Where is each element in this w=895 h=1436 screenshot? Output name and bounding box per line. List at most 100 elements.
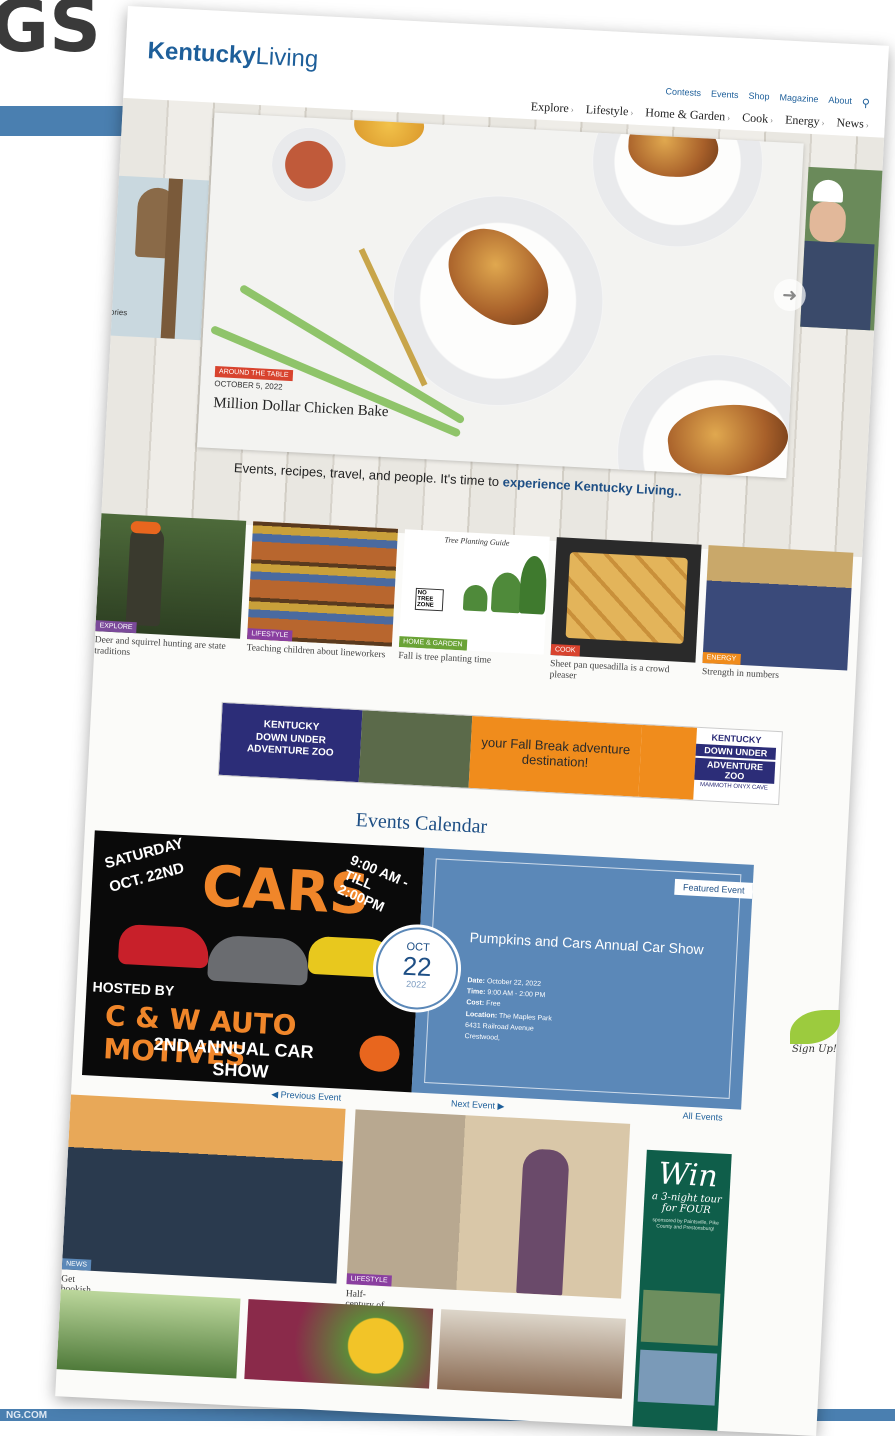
nav-lifestyle[interactable]: Lifestyle› [585, 102, 633, 119]
chevron-right-icon: › [769, 114, 774, 125]
event-location-value: The Maples Park [498, 1012, 553, 1023]
slide-footer-text: NG.COM [6, 1410, 48, 1421]
nav-energy[interactable]: Energy› [785, 113, 825, 130]
story-card[interactable]: Tree Planting Guide NO TREE ZONE HOME & … [398, 529, 550, 670]
story-card[interactable]: EXPLORE Deer and squirrel hunting are st… [94, 513, 247, 665]
story-image: EXPLORE [95, 513, 247, 639]
poster-show: SHOW [211, 1058, 269, 1082]
story-card[interactable]: ENERGY Strength in numbers [702, 545, 854, 686]
ad-slogan: your Fall Break adventure destination! [468, 715, 643, 797]
nav-explore-label: Explore [530, 99, 570, 116]
story-thumbnail-flowers[interactable] [244, 1299, 434, 1389]
story-caption[interactable]: Deer and squirrel hunting are state trad… [94, 635, 240, 665]
util-events[interactable]: Events [711, 89, 739, 103]
orange-hat [130, 520, 162, 535]
chevron-right-icon: › [630, 107, 634, 118]
featured-event[interactable]: SATURDAY OCT. 22ND CARS 9:00 AM - TILL 2… [81, 830, 754, 1110]
chevron-right-icon: › [821, 117, 825, 128]
hero-title[interactable]: Million Dollar Chicken Bake [213, 395, 389, 421]
tree-large [518, 555, 548, 615]
story-category-tag[interactable]: LIFESTYLE [346, 1273, 392, 1287]
event-meta: Date: October 22, 2022 Time: 9:00 AM - 2… [464, 975, 554, 1047]
util-contests[interactable]: Contests [665, 86, 701, 101]
no-tree-zone-label: NO TREE ZONE [414, 587, 444, 612]
featured-stories: EXPLORE Deer and squirrel hunting are st… [92, 513, 862, 733]
story-caption[interactable]: Fall is tree planting time [398, 651, 543, 670]
ad-photo-overlook [637, 1349, 718, 1406]
hard-hat [812, 179, 844, 203]
carousel-next-slide[interactable] [800, 166, 889, 332]
all-events-link[interactable]: All Events [682, 1111, 722, 1123]
prev-slide-caption: ories [109, 307, 128, 318]
ad-lemur-photo [358, 710, 473, 788]
story-category-tag[interactable]: EXPLORE [95, 620, 137, 634]
event-poster: SATURDAY OCT. 22ND CARS 9:00 AM - TILL 2… [81, 830, 425, 1093]
next-event-link[interactable]: Next Event ▶ [451, 1098, 505, 1112]
carousel-prev-slide[interactable]: ories [90, 174, 209, 341]
circle-left-icon: ◀ [270, 1088, 279, 1100]
story-card-large[interactable]: NEWS [61, 1094, 346, 1284]
story-caption[interactable]: Strength in numbers [702, 667, 847, 686]
hunter-figure [125, 524, 165, 627]
previous-event-link[interactable]: ◀ Previous Event [271, 1089, 341, 1104]
util-magazine[interactable]: Magazine [779, 92, 819, 107]
story-caption[interactable]: Teaching children about lineworkers [246, 643, 391, 662]
story-thumbnail-food[interactable] [437, 1309, 626, 1399]
story-image: Tree Planting Guide NO TREE ZONE HOME & … [398, 529, 550, 655]
storyteller-figure [516, 1148, 570, 1296]
event-date-label: Date: [467, 977, 486, 986]
logo-bold: Kentucky [146, 37, 257, 70]
hero-slide[interactable]: AROUND THE TABLE OCTOBER 5, 2022 Million… [197, 112, 804, 479]
story-image: COOK [550, 537, 702, 663]
story-thumbnail-forest[interactable] [56, 1289, 241, 1379]
util-shop[interactable]: Shop [748, 91, 770, 105]
ad-photo-house [640, 1289, 721, 1346]
website-screenshot: KentuckyLiving Contests Events Shop Maga… [55, 6, 889, 1436]
next-event-label: Next Event [450, 1098, 496, 1111]
site-logo[interactable]: KentuckyLiving [147, 37, 319, 74]
win-ad-sponsor: sponsored by Paintsville, Pike County an… [652, 1217, 719, 1233]
chevron-right-icon: › [865, 119, 870, 130]
story-category-tag[interactable]: COOK [550, 644, 580, 657]
story-category-tag[interactable]: HOME & GARDEN [398, 636, 467, 651]
circle-right-icon: ▶ [497, 1100, 505, 1112]
slide-accent-bar [0, 106, 130, 136]
story-card[interactable]: LIFESTYLE Teaching children about linewo… [246, 521, 399, 662]
event-day: 22 [401, 950, 433, 983]
nav-news[interactable]: News› [836, 115, 869, 132]
story-image: LIFESTYLE [247, 521, 399, 647]
story-category-tag[interactable]: LIFESTYLE [247, 628, 293, 642]
nav-home-garden[interactable]: Home & Garden› [645, 105, 731, 124]
story-category-tag[interactable]: NEWS [61, 1258, 92, 1271]
ad-spacer [638, 724, 698, 800]
story-card-large[interactable]: LIFESTYLE [346, 1109, 631, 1299]
nav-explore[interactable]: Explore› [530, 99, 575, 116]
nav-energy-label: Energy [784, 112, 820, 129]
man-shirt [800, 240, 875, 332]
utility-nav: Contests Events Shop Magazine About ⚲ [665, 86, 870, 110]
nav-cook-label: Cook [741, 110, 769, 126]
event-location-label: Location: [465, 1010, 498, 1020]
event-cost-label: Cost: [466, 999, 485, 1008]
logo-light: Living [254, 42, 319, 74]
story-category-tag[interactable]: ENERGY [702, 651, 741, 665]
ad-logo-title: KENTUCKY [711, 732, 762, 746]
event-time-value: 9:00 AM - 2:00 PM [487, 989, 546, 1000]
story-caption[interactable]: Sheet pan quesadilla is a crowd pleaser [549, 659, 695, 689]
chevron-right-icon: › [570, 104, 575, 115]
signup-link[interactable]: Sign Up! [792, 1044, 837, 1055]
previous-event-label: Previous Event [280, 1089, 342, 1103]
nav-cook[interactable]: Cook› [742, 110, 774, 127]
util-about[interactable]: About [828, 95, 852, 109]
quesadilla-tray [565, 551, 688, 644]
man-face [808, 200, 847, 243]
search-icon[interactable]: ⚲ [862, 97, 871, 110]
ad-zoo-name: KENTUCKY DOWN UNDER ADVENTURE ZOO [218, 702, 363, 783]
win-tour-ad[interactable]: Win a 3-night tour for FOUR sponsored by… [631, 1149, 732, 1436]
story-card[interactable]: COOK Sheet pan quesadilla is a crowd ple… [549, 537, 702, 689]
story-image: ENERGY [702, 545, 854, 671]
events-heading: Events Calendar [355, 809, 488, 838]
win-ad-big: Win [657, 1156, 719, 1195]
ad-logo-sub: ADVENTURE ZOO [694, 757, 776, 784]
tree-small [462, 584, 489, 612]
